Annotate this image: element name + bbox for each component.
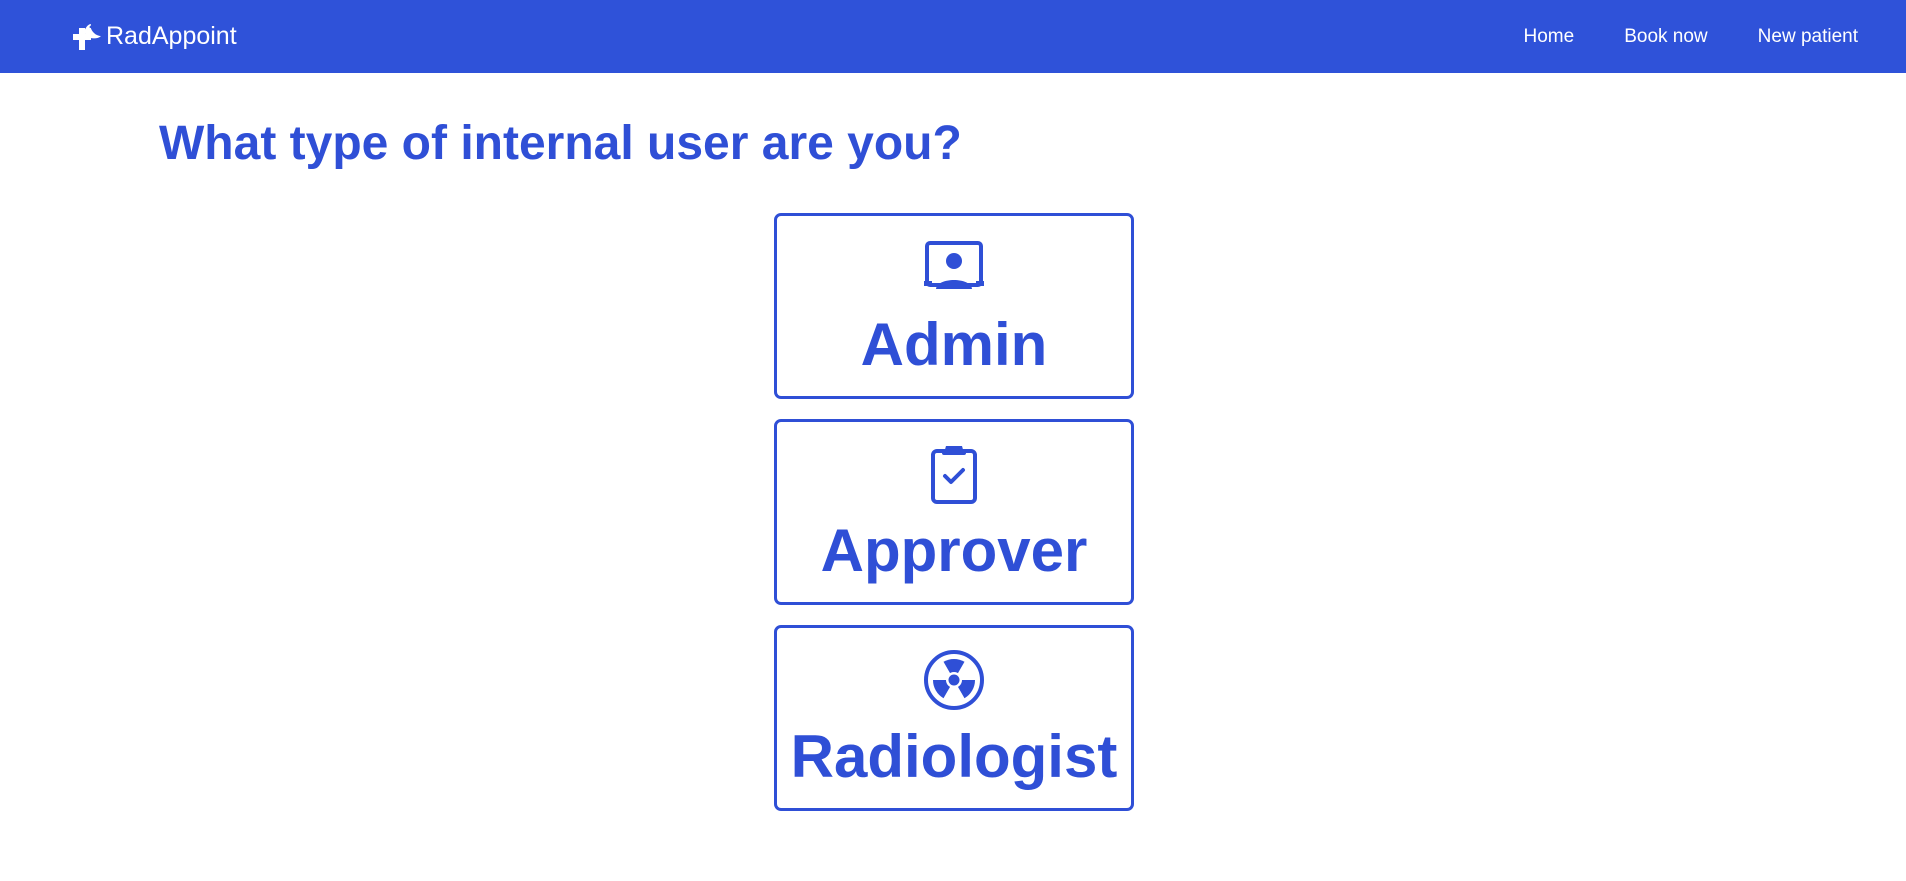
admin-label: Admin: [860, 311, 1048, 378]
admin-role-card[interactable]: Admin: [774, 213, 1134, 399]
role-cards: Admin Approver Radiologist: [774, 213, 1134, 831]
approver-label: Approver: [820, 517, 1088, 584]
brand-logo-icon: [72, 22, 102, 52]
approver-role-card[interactable]: Approver: [774, 419, 1134, 605]
top-navbar: RadAppoint Home Book now New patient: [0, 0, 1906, 73]
nav-home-link[interactable]: Home: [1524, 26, 1575, 48]
radiologist-label: Radiologist: [790, 723, 1118, 790]
page-title: What type of internal user are you?: [159, 117, 962, 170]
user-presentation-icon: [921, 235, 987, 301]
clipboard-check-icon: [921, 441, 987, 507]
nav-book-now-link[interactable]: Book now: [1624, 26, 1707, 48]
nav-new-patient-link[interactable]: New patient: [1758, 26, 1858, 48]
radiation-icon: [921, 647, 987, 713]
radiologist-role-card[interactable]: Radiologist: [774, 625, 1134, 811]
brand-name: RadAppoint: [106, 22, 237, 50]
nav-links: Home Book now New patient: [1474, 26, 1858, 48]
brand-link[interactable]: RadAppoint: [72, 22, 237, 52]
